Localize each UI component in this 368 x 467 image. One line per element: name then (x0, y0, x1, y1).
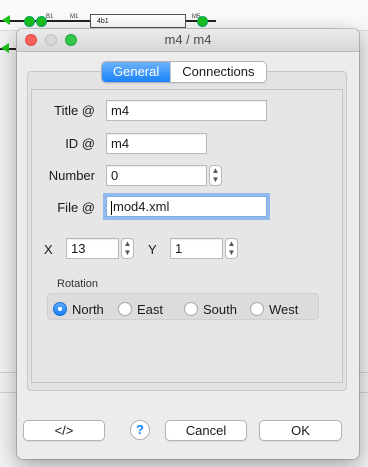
radio-south-label: South (203, 301, 237, 317)
tab-bar: General Connections (101, 61, 267, 83)
y-label: Y (148, 242, 157, 257)
number-field[interactable]: 0 (106, 165, 207, 186)
signal-dot-icon (24, 16, 35, 27)
stepper-down-icon[interactable]: ▼ (122, 248, 133, 257)
title-label: Title @ (54, 103, 95, 118)
title-bar[interactable]: m4 / m4 (17, 29, 359, 52)
ok-button[interactable]: OK (259, 420, 342, 441)
window-title: m4 / m4 (164, 32, 212, 47)
radio-east[interactable]: East (118, 301, 163, 317)
id-field[interactable]: m4 (106, 133, 207, 154)
stepper-up-icon[interactable]: ▲ (122, 239, 133, 248)
title-field[interactable]: m4 (106, 100, 267, 121)
y-stepper[interactable]: ▲ ▼ (225, 238, 238, 259)
number-stepper[interactable]: ▲ ▼ (209, 165, 222, 186)
track-label: B1 (46, 14, 54, 20)
track-label: M1 (70, 14, 79, 20)
close-window-icon[interactable] (25, 34, 37, 46)
block-label: 4b1 (97, 18, 109, 25)
radio-west-label: West (269, 301, 299, 317)
radio-west[interactable]: West (250, 301, 298, 317)
radio-south[interactable]: South (184, 301, 237, 317)
radio-unselected-icon[interactable] (250, 302, 264, 316)
stepper-up-icon[interactable]: ▲ (226, 239, 237, 248)
minimize-window-icon (45, 34, 57, 46)
x-label: X (44, 242, 53, 257)
track-block[interactable]: 4b1 (90, 14, 186, 28)
radio-north-label: North (72, 301, 104, 317)
text-caret (111, 200, 112, 215)
rotation-label: Rotation (57, 278, 98, 290)
tab-connections[interactable]: Connections (170, 62, 266, 82)
zoom-window-icon[interactable] (65, 34, 77, 46)
file-value: mod4.xml (113, 199, 170, 214)
xml-button[interactable]: </> (23, 420, 105, 441)
radio-east-label: East (137, 301, 164, 317)
stepper-up-icon[interactable]: ▲ (210, 166, 221, 175)
file-field[interactable]: mod4.xml (106, 196, 267, 217)
signal-dot-icon (197, 16, 208, 27)
x-stepper[interactable]: ▲ ▼ (121, 238, 134, 259)
radio-north[interactable]: North (53, 301, 104, 317)
y-field[interactable]: 1 (170, 238, 223, 259)
arrow-left-icon (1, 43, 9, 53)
arrow-left-icon (2, 15, 10, 25)
number-label: Number (48, 168, 95, 183)
help-button[interactable]: ? (130, 420, 150, 440)
file-label: File @ (57, 200, 95, 215)
x-field[interactable]: 13 (66, 238, 119, 259)
cancel-button[interactable]: Cancel (165, 420, 247, 441)
radio-selected-icon[interactable] (53, 302, 67, 316)
id-label: ID @ (65, 136, 95, 151)
track-diagram: B1 M1 4b1 M5 (0, 0, 368, 31)
radio-unselected-icon[interactable] (184, 302, 198, 316)
radio-unselected-icon[interactable] (118, 302, 132, 316)
tab-general[interactable]: General (102, 62, 171, 82)
stepper-down-icon[interactable]: ▼ (210, 175, 221, 184)
stepper-down-icon[interactable]: ▼ (226, 248, 237, 257)
